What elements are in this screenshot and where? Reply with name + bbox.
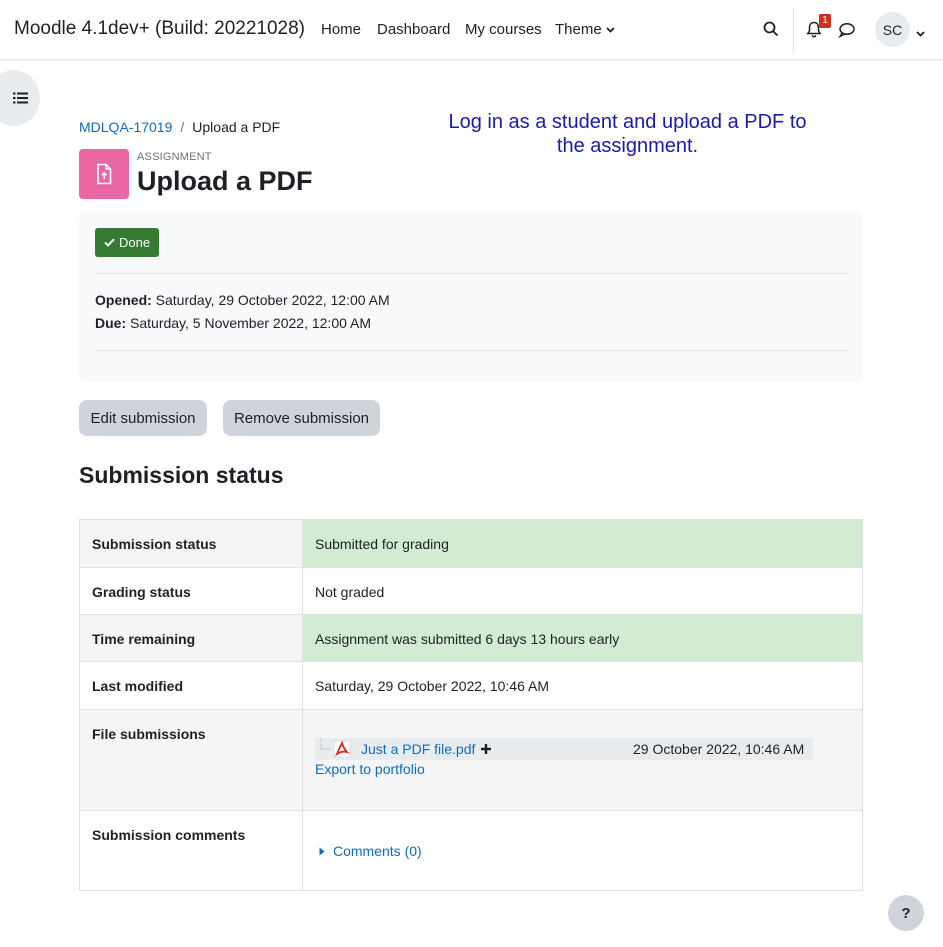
breadcrumb-course-link[interactable]: MDLQA-17019 <box>79 119 172 135</box>
row-label: Time remaining <box>79 614 303 662</box>
nav-theme-menu[interactable]: Theme <box>555 21 615 38</box>
table-row: Submission comments Comments (0) <box>79 810 863 891</box>
help-button[interactable]: ? <box>888 895 924 931</box>
comments-cell: Comments (0) <box>302 810 863 891</box>
file-tree-item: Just a PDF file.pdf 29 October 2022, 10:… <box>315 738 813 760</box>
list-icon <box>12 92 28 104</box>
top-navbar: Moodle 4.1dev+ (Build: 20221028) Home Da… <box>0 0 943 60</box>
notification-count-badge: 1 <box>819 14 831 28</box>
tree-connector-icon <box>320 738 331 750</box>
due-date: Due: Saturday, 5 November 2022, 12:00 AM <box>95 315 371 331</box>
row-label: Last modified <box>79 661 303 710</box>
divider <box>95 350 847 351</box>
navbar-divider <box>793 8 794 52</box>
completion-done-badge: Done <box>95 228 160 257</box>
file-date: 29 October 2022, 10:46 AM <box>633 741 805 757</box>
edit-submission-button[interactable]: Edit submission <box>79 400 207 436</box>
due-label: Due: <box>95 315 127 331</box>
chevron-down-icon <box>606 26 615 33</box>
row-label: Grading status <box>79 567 303 615</box>
user-avatar[interactable]: SC <box>875 12 910 47</box>
row-value: Submitted for grading <box>302 519 863 568</box>
row-value: Assignment was submitted 6 days 13 hours… <box>302 614 863 662</box>
file-submissions-cell: Just a PDF file.pdf 29 October 2022, 10:… <box>302 709 863 811</box>
row-label: File submissions <box>79 709 303 811</box>
divider <box>95 273 847 274</box>
table-row: Submission status Submitted for grading <box>79 519 863 568</box>
table-row: File submissions Just a PDF file.pdf 29 … <box>79 709 863 811</box>
breadcrumb-separator: / <box>180 119 185 135</box>
submission-status-table: Submission status Submitted for grading … <box>79 519 863 891</box>
search-icon[interactable] <box>763 21 779 37</box>
nav-my-courses[interactable]: My courses <box>465 21 542 38</box>
row-label: Submission comments <box>79 810 303 891</box>
opened-date: Opened: Saturday, 29 October 2022, 12:00… <box>95 292 390 308</box>
page-title: Upload a PDF <box>137 166 313 196</box>
table-row: Grading status Not graded <box>79 567 863 615</box>
nav-dashboard[interactable]: Dashboard <box>377 21 450 38</box>
instruction-note: Log in as a student and upload a PDF to … <box>448 111 807 157</box>
pdf-file-link[interactable]: Just a PDF file.pdf <box>361 741 475 757</box>
due-value: Saturday, 5 November 2022, 12:00 AM <box>130 315 372 331</box>
row-value: Saturday, 29 October 2022, 10:46 AM <box>302 661 863 710</box>
plus-icon[interactable] <box>480 743 492 755</box>
breadcrumb-current: Upload a PDF <box>192 119 281 135</box>
table-row: Last modified Saturday, 29 October 2022,… <box>79 661 863 710</box>
caret-right-icon <box>319 847 325 855</box>
nav-theme-label: Theme <box>555 21 602 38</box>
activity-type-label: ASSIGNMENT <box>137 151 212 163</box>
site-brand[interactable]: Moodle 4.1dev+ (Build: 20221028) <box>14 18 305 40</box>
opened-value: Saturday, 29 October 2022, 12:00 AM <box>155 292 390 308</box>
completion-label: Done <box>119 235 151 250</box>
pdf-file-icon <box>333 740 351 758</box>
table-row: Time remaining Assignment was submitted … <box>79 614 863 662</box>
activity-info-box: Done Opened: Saturday, 29 October 2022, … <box>79 211 863 382</box>
comments-toggle[interactable]: Comments (0) <box>319 843 850 859</box>
row-value: Not graded <box>302 567 863 615</box>
course-index-toggle[interactable] <box>0 70 40 126</box>
chevron-down-icon[interactable] <box>916 24 925 41</box>
comments-label: Comments (0) <box>333 843 422 859</box>
row-label: Submission status <box>79 519 303 568</box>
nav-home[interactable]: Home <box>321 21 361 38</box>
breadcrumb: MDLQA-17019 / Upload a PDF <box>79 119 280 135</box>
export-portfolio-link[interactable]: Export to portfolio <box>315 761 850 777</box>
submission-status-heading: Submission status <box>79 462 284 488</box>
opened-label: Opened: <box>95 292 152 308</box>
assignment-icon <box>79 149 129 199</box>
remove-submission-button[interactable]: Remove submission <box>223 400 380 436</box>
check-icon <box>104 238 115 247</box>
message-icon[interactable] <box>838 22 855 38</box>
